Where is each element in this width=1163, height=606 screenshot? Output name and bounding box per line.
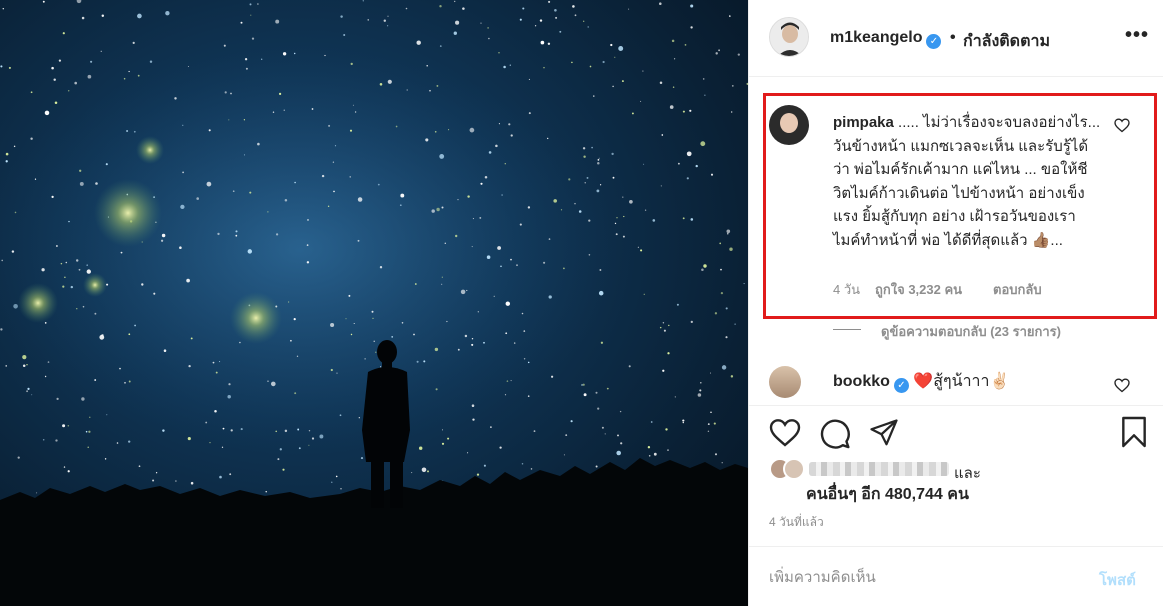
comment-icon[interactable]: [819, 418, 851, 450]
comment-body: bookko ✓ ❤️สู้ๆน้าาา✌🏻: [833, 369, 1009, 394]
post-author-username[interactable]: m1keangelo ✓: [830, 29, 942, 49]
likes-count-button[interactable]: คนอื่นๆ อีก 480,744 คน: [806, 482, 969, 507]
star-cluster: [230, 292, 282, 344]
bookmark-icon[interactable]: [1120, 416, 1148, 448]
following-button[interactable]: กำลังติดตาม: [963, 29, 1050, 54]
comment-like-heart-icon[interactable]: [1114, 378, 1130, 393]
comment-time[interactable]: 4 วัน: [833, 279, 860, 300]
post-photo[interactable]: [0, 0, 748, 606]
comment-text: ..... ไม่ว่าเรื่องจะจบลงอย่างไร... วันข้…: [833, 114, 1101, 249]
liker-avatar[interactable]: [783, 458, 805, 480]
verified-badge-icon: ✓: [893, 378, 909, 393]
star-cluster: [18, 283, 58, 323]
commenter-avatar[interactable]: [769, 366, 801, 398]
commenter-username[interactable]: bookko: [833, 373, 890, 390]
more-options-icon[interactable]: •••: [1125, 24, 1149, 47]
profile-avatar[interactable]: [769, 17, 809, 57]
paper-plane-icon[interactable]: [869, 418, 899, 448]
post-side-panel: m1keangelo ✓ • กำลังติดตาม ••• pimpaka ..…: [748, 0, 1163, 606]
replies-divider: [833, 329, 861, 330]
comment-text: ❤️สู้ๆน้าาา✌🏻: [913, 373, 1010, 390]
post-header: m1keangelo ✓ • กำลังติดตาม •••: [749, 0, 1163, 77]
view-replies-button[interactable]: ดูข้อความตอบกลับ (23 รายการ): [881, 321, 1061, 342]
heart-icon[interactable]: [769, 418, 801, 448]
starry-sky-image: [0, 0, 748, 606]
comment-likes-count[interactable]: ถูกใจ 3,232 คน: [875, 279, 962, 300]
comment-input[interactable]: [769, 565, 1069, 589]
reply-button[interactable]: ตอบกลับ: [993, 279, 1042, 300]
blurred-usernames: [809, 462, 949, 476]
verified-badge-icon: ✓: [926, 34, 942, 49]
comment-like-heart-icon[interactable]: [1114, 118, 1130, 133]
comment-body: pimpaka ..... ไม่ว่าเรื่องจะจบลงอย่างไร.…: [833, 111, 1103, 252]
commenter-username[interactable]: pimpaka: [833, 114, 894, 131]
post-timestamp[interactable]: 4 วันที่แล้ว: [769, 513, 824, 532]
separator-dot: •: [950, 29, 956, 46]
post-comment-button[interactable]: โพสต์: [1099, 568, 1136, 592]
star-cluster: [94, 179, 162, 247]
commenter-avatar[interactable]: [769, 105, 809, 145]
add-comment-bar: โพสต์: [749, 546, 1163, 606]
